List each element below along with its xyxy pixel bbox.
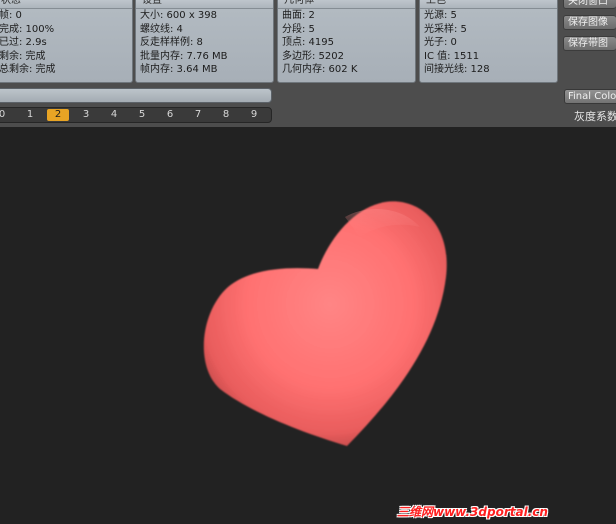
geometry-panel: 几何体 曲面: 2 分段: 5 顶点: 4195 多边形: 5202 几何内存:… [277,0,416,83]
frame-button-8[interactable]: 8 [215,109,237,121]
settings-threads: 螺纹线: 4 [140,23,183,35]
heart-shape [203,201,447,446]
settings-panel: 设置 大小: 600 x 398 螺纹线: 4 反走样样例: 8 批量内存: 7… [135,0,274,83]
output-channel-dropdown[interactable]: Final Color [564,89,616,104]
settings-panel-title: 设置 [136,0,273,9]
frame-button-2[interactable]: 2 [47,109,69,121]
frame-selector: 0 1 2 3 4 5 6 7 8 9 [0,107,272,123]
status-remaining: 剩余: 完成 [0,50,46,62]
watermark-text: 三维网www.3dportal.cn [397,505,548,519]
status-elapsed: 已过: 2.9s [0,37,47,48]
render-progress-bar [0,88,272,103]
frame-button-3[interactable]: 3 [75,109,97,121]
settings-frame-memory: 帧内存: 3.64 MB [140,64,218,75]
geometry-panel-title: 几何体 [278,0,415,9]
settings-bucket-memory: 批量内存: 7.76 MB [140,50,228,62]
rendered-heart-image [203,201,447,446]
status-panel-title: 状态 [0,0,132,9]
status-panel: 状态 帧: 0 完成: 100% 已过: 2.9s 剩余: 完成 总剩余: 完成 [0,0,133,83]
settings-antialias: 反走样样例: 8 [140,37,203,48]
settings-size: 大小: 600 x 398 [140,10,217,21]
frame-button-1[interactable]: 1 [19,109,41,121]
geometry-surfaces: 曲面: 2 [282,10,315,21]
shading-indirect-rays: 间接光线: 128 [424,64,490,75]
status-frame: 帧: 0 [0,10,22,21]
frame-button-5[interactable]: 5 [131,109,153,121]
shading-lights: 光源: 5 [424,10,457,21]
shading-ic-values: IC 值: 1511 [424,50,480,62]
grayscale-label: 灰度系数 [574,110,616,123]
frame-button-7[interactable]: 7 [187,109,209,121]
frame-button-0[interactable]: 0 [0,109,13,121]
geometry-vertices: 顶点: 4195 [282,37,334,48]
geometry-memory: 几何内存: 602 K [282,64,358,75]
status-total-remaining: 总剩余: 完成 [0,64,56,75]
save-with-alpha-button[interactable]: 保存带图 [563,36,616,51]
shading-light-samples: 光采样: 5 [424,23,467,35]
status-complete: 完成: 100% [0,23,55,35]
shading-photons: 光子: 0 [424,37,457,48]
save-image-button[interactable]: 保存图像 [563,15,616,30]
shading-panel: 上色 光源: 5 光采样: 5 光子: 0 IC 值: 1511 间接光线: 1… [419,0,558,83]
frame-button-6[interactable]: 6 [159,109,181,121]
close-window-button[interactable]: 关闭窗口 [563,0,616,9]
shading-panel-title: 上色 [420,0,557,9]
geometry-polygons: 多边形: 5202 [282,50,344,62]
geometry-segments: 分段: 5 [282,23,315,35]
frame-button-9[interactable]: 9 [243,109,265,121]
render-viewport [0,127,616,524]
frame-button-4[interactable]: 4 [103,109,125,121]
